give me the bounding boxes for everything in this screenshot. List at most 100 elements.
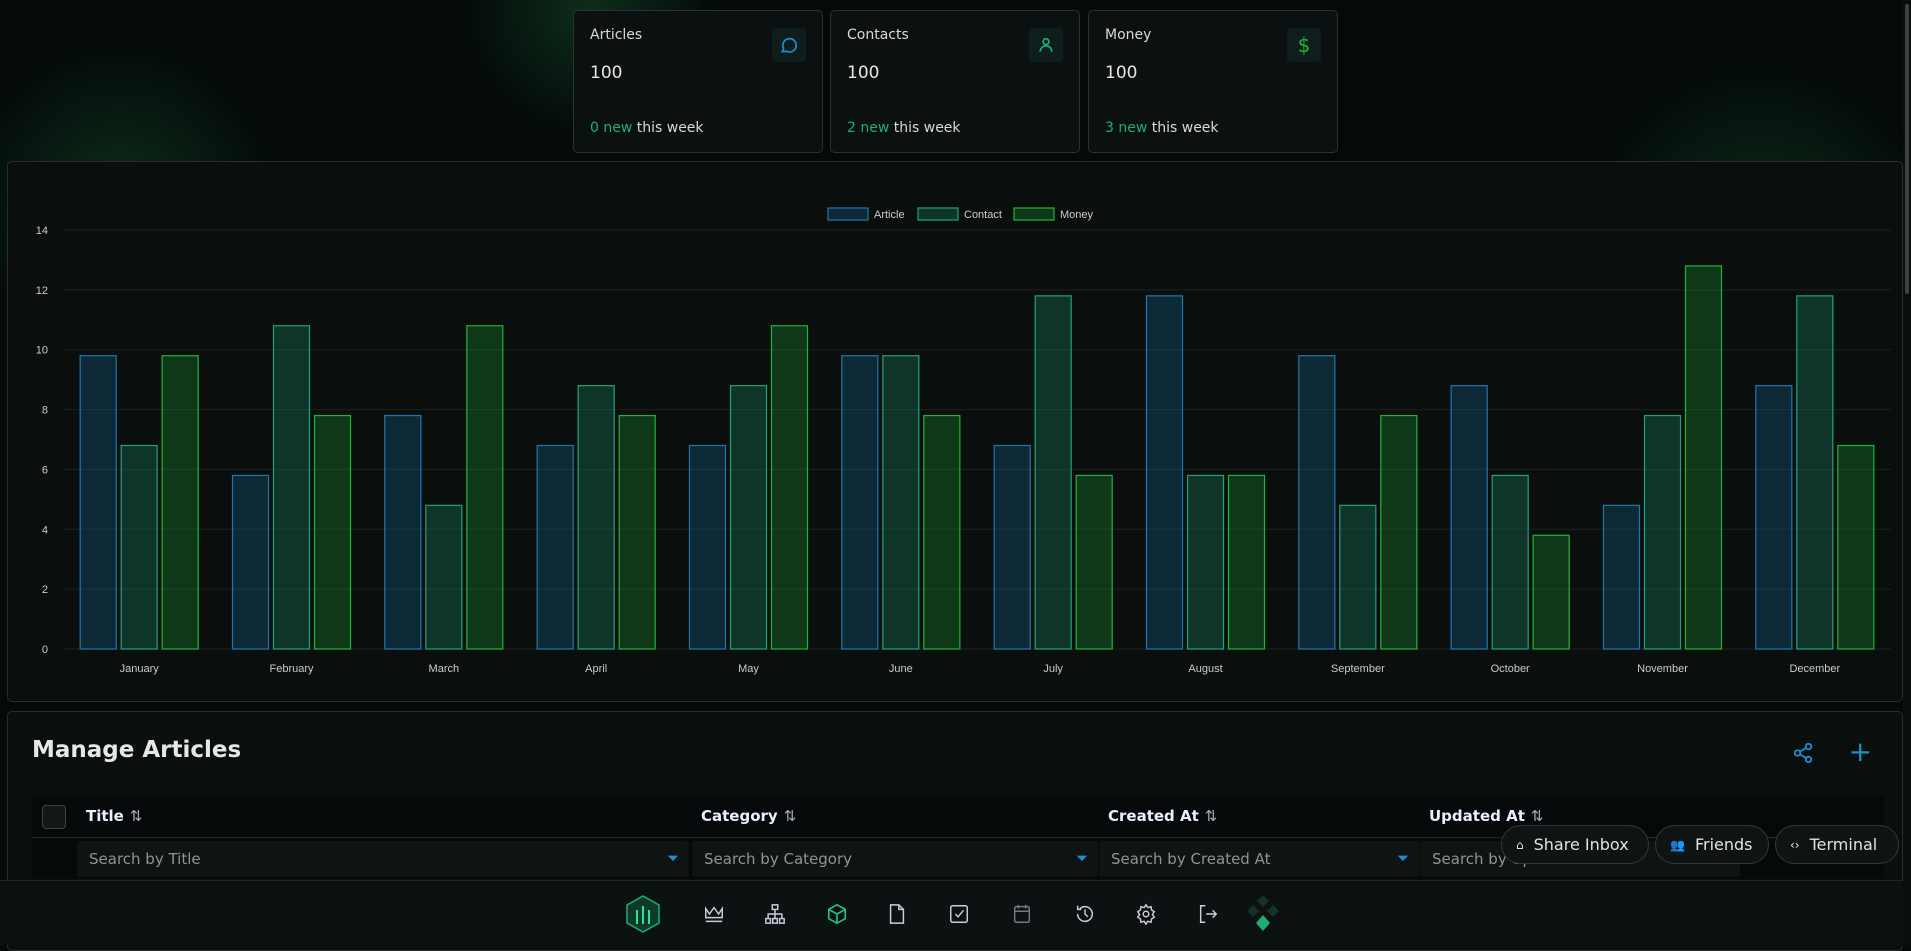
bar-money [924,416,960,649]
column-label: Category [701,807,778,825]
x-tick-label: April [585,663,607,675]
sort-icon[interactable]: ⇅ [784,807,797,825]
x-tick-label: September [1331,663,1385,675]
title-filter-input[interactable]: Search by Title ⏷ [77,841,689,877]
bar-article [690,446,726,650]
history-icon[interactable] [1070,899,1100,929]
legend-swatch-money [1014,208,1054,220]
category-filter-input[interactable]: Search by Category ⏷ [692,841,1098,877]
created-at-filter-input[interactable]: Search by Created At ⏷ [1099,841,1419,877]
bar-article [537,446,573,650]
friends-button[interactable]: 👥 Friends [1655,825,1769,864]
filter-icon[interactable]: ⏷ [667,849,679,867]
column-header-updated-at[interactable]: Updated At ⇅ [1429,807,1543,825]
bar-money [1076,475,1112,649]
x-tick-label: October [1491,663,1530,675]
filter-icon[interactable]: ⏷ [1076,849,1088,867]
column-label: Updated At [1429,807,1525,825]
column-header-category[interactable]: Category ⇅ [701,807,796,825]
button-label: Friends [1695,835,1753,854]
card-new-count: 0 new [590,120,632,136]
y-tick-label: 4 [42,524,48,536]
bar-article [233,475,269,649]
gear-icon[interactable] [1131,899,1161,929]
placeholder: Search by Created At [1111,850,1270,868]
card-new-count: 2 new [847,120,889,136]
card-suffix: this week [1147,120,1218,136]
bar-money [162,356,198,649]
bar-money [1381,416,1417,649]
add-icon[interactable]: + [1849,740,1872,764]
x-tick-label: July [1043,663,1063,675]
y-tick-label: 8 [42,405,48,417]
x-tick-label: August [1188,663,1222,675]
scrollbar-thumb[interactable] [1905,4,1909,294]
y-tick-label: 10 [36,345,48,357]
bar-money [1838,446,1874,650]
app-logo[interactable] [623,894,663,934]
bar-contact [1797,296,1833,649]
legend-swatch-contact [918,208,958,220]
bar-article [994,446,1030,650]
diamond-logo [1245,893,1281,933]
file-icon[interactable] [882,899,912,929]
bar-contact [426,505,462,649]
x-tick-label: January [120,663,160,675]
placeholder: Search by Title [89,850,201,868]
code-icon: ‹› [1790,838,1800,852]
x-tick-label: March [429,663,460,675]
card-new-count: 3 new [1105,120,1147,136]
bar-contact [1340,505,1376,649]
bar-money [467,326,503,649]
legend-label: Article [874,209,905,221]
chart-svg: 02468101214JanuaryFebruaryMarchAprilMayJ… [8,162,1904,703]
legend-swatch-article [828,208,868,220]
page-title: Manage Articles [32,737,241,763]
filter-icon[interactable]: ⏷ [1397,849,1409,867]
bar-article [1604,505,1640,649]
stat-card-articles: Articles 100 0 new this week [573,10,823,153]
x-tick-label: May [738,663,759,675]
bar-article [1299,356,1335,649]
user-icon [1029,28,1063,62]
column-label: Created At [1108,807,1199,825]
select-all-checkbox[interactable] [42,805,66,829]
cube-icon[interactable] [822,899,852,929]
share-icon[interactable] [1792,742,1814,768]
sitemap-icon[interactable] [760,899,790,929]
bar-money [315,416,351,649]
column-header-title[interactable]: Title ⇅ [86,807,142,825]
share-inbox-button[interactable]: ⌂Share Inbox [1501,825,1649,864]
card-value: 100 [1105,63,1321,83]
bar-article [1756,386,1792,649]
sort-icon[interactable]: ⇅ [130,807,143,825]
crown-icon[interactable] [699,899,729,929]
monthly-bar-chart: 02468101214JanuaryFebruaryMarchAprilMayJ… [7,161,1903,702]
y-tick-label: 0 [42,644,48,656]
column-header-created-at[interactable]: Created At ⇅ [1108,807,1217,825]
bar-article [1147,296,1183,649]
calendar-icon[interactable] [1007,899,1037,929]
bar-contact [883,356,919,649]
bar-contact [1188,475,1224,649]
legend-label: Contact [964,209,1002,221]
y-tick-label: 14 [36,225,48,237]
bottom-dock [0,880,1911,945]
placeholder: Search by Category [704,850,852,868]
bar-contact [121,446,157,650]
checkbox-icon[interactable] [944,899,974,929]
scrollbar[interactable] [1903,0,1911,945]
users-icon: 👥 [1670,838,1685,852]
card-suffix: this week [632,120,703,136]
y-tick-label: 12 [36,285,48,297]
bar-article [385,416,421,649]
bar-money [1686,266,1722,649]
sort-icon[interactable]: ⇅ [1205,807,1218,825]
logout-icon[interactable] [1193,899,1223,929]
button-label: Terminal [1810,835,1878,854]
bar-contact [578,386,614,649]
sort-icon[interactable]: ⇅ [1531,807,1544,825]
terminal-button[interactable]: ‹› Terminal [1775,825,1899,864]
column-label: Title [86,807,124,825]
bar-money [772,326,808,649]
